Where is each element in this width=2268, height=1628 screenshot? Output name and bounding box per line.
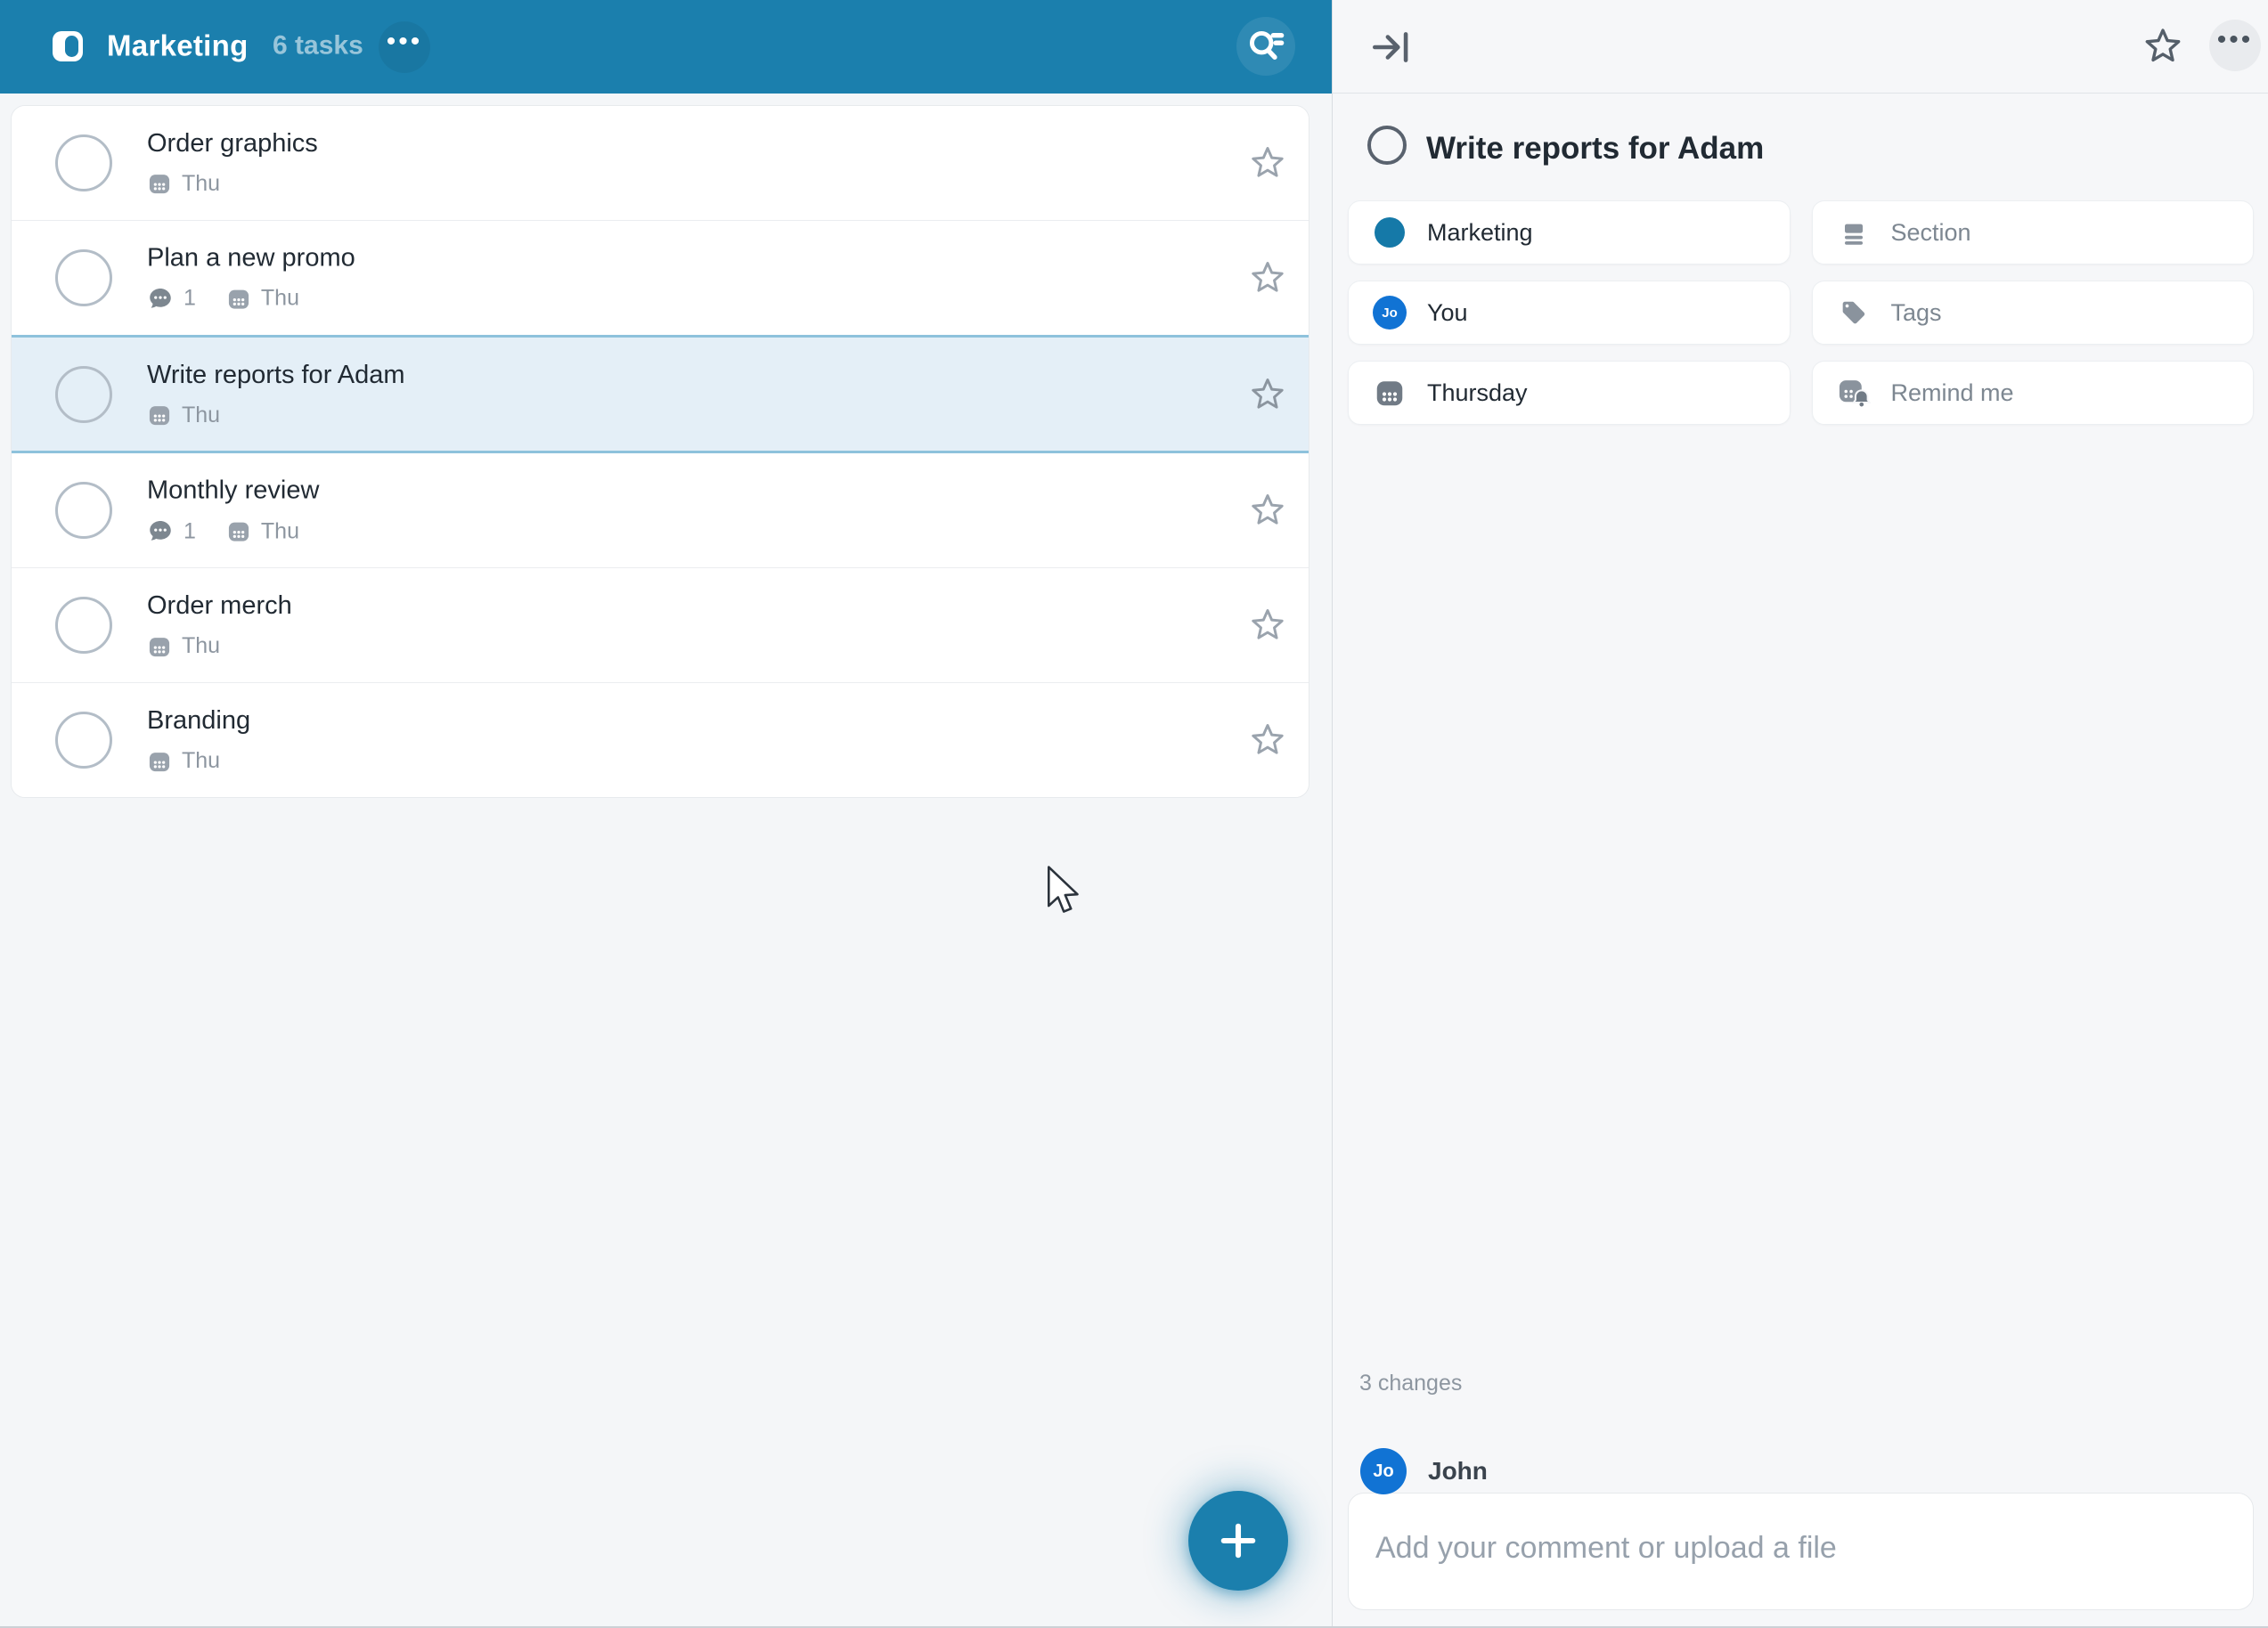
- due-label: Thu: [182, 748, 221, 774]
- due-label: Thu: [182, 402, 221, 427]
- task-list-panel: Marketing 6 tasks ••• Order graphics Thu…: [0, 0, 1332, 1628]
- field-section[interactable]: Section: [1811, 200, 2254, 265]
- field-assignee[interactable]: Jo You: [1348, 281, 1791, 345]
- collapse-arrow-icon: [1373, 32, 1408, 62]
- star-icon[interactable]: [1248, 143, 1287, 183]
- task-row[interactable]: Order graphics Thu: [12, 106, 1309, 220]
- field-grid: Marketing Section Jo You Tags Thursday R…: [1348, 200, 2254, 425]
- star-icon[interactable]: [1248, 606, 1287, 645]
- task-row[interactable]: Branding Thu: [12, 682, 1309, 797]
- calendar-icon: [147, 403, 172, 427]
- ellipsis-icon: •••: [2216, 25, 2254, 54]
- calendar-bell-icon: [1839, 380, 1871, 407]
- section-icon: [1844, 224, 1863, 245]
- calendar-icon: [147, 634, 172, 659]
- due-label: Thu: [182, 633, 221, 659]
- due-label: Thu: [182, 170, 221, 196]
- task-checkbox[interactable]: [55, 712, 112, 769]
- star-icon[interactable]: [1248, 720, 1287, 760]
- changes-link[interactable]: 3 changes: [1359, 1371, 2268, 1396]
- star-icon[interactable]: [1248, 491, 1287, 530]
- comment-bubble-icon: [147, 518, 174, 545]
- field-reminder-label: Remind me: [1890, 379, 2014, 406]
- field-tags-label: Tags: [1890, 298, 1942, 326]
- task-title: Write reports for Adam: [147, 360, 405, 389]
- due-label: Thu: [260, 285, 299, 311]
- tag-icon: [1842, 301, 1864, 324]
- field-assignee-label: You: [1427, 298, 1468, 326]
- task-row[interactable]: Order merch Thu: [12, 567, 1309, 683]
- task-title: Plan a new promo: [147, 243, 355, 273]
- comment-count: 1: [184, 285, 196, 311]
- field-list-label: Marketing: [1427, 218, 1533, 246]
- plus-icon: [1220, 1523, 1256, 1559]
- star-icon[interactable]: [1248, 375, 1287, 414]
- calendar-icon: [147, 171, 172, 196]
- task-checkbox[interactable]: [55, 134, 112, 191]
- comment-box: [1348, 1493, 2254, 1610]
- comment-count: 1: [184, 518, 196, 544]
- commenter-row: Jo John: [1360, 1448, 2268, 1494]
- field-section-label: Section: [1890, 218, 1971, 246]
- list-more-button[interactable]: •••: [379, 21, 430, 73]
- list-color-dot-icon: [1375, 217, 1405, 248]
- task-count: 6 tasks: [273, 30, 363, 61]
- comment-bubble-icon: [147, 285, 174, 312]
- task-checkbox[interactable]: [55, 482, 112, 540]
- user-name: John: [1428, 1457, 1488, 1485]
- task-title: Monthly review: [147, 476, 320, 505]
- task-detail-panel: ••• Write reports for Adam Marketing Sec…: [1332, 0, 2268, 1628]
- list-title: Marketing: [107, 28, 249, 61]
- task-row-selected[interactable]: Write reports for Adam Thu: [12, 334, 1309, 454]
- task-title: Order merch: [147, 591, 292, 621]
- task-title: Order graphics: [147, 128, 318, 158]
- field-due-date-label: Thursday: [1427, 379, 1528, 406]
- task-title: Branding: [147, 706, 251, 736]
- detail-more-button[interactable]: •••: [2209, 20, 2261, 71]
- calendar-icon: [226, 286, 251, 311]
- task-list: Order graphics Thu Plan a new promo 1 Th…: [11, 105, 1309, 798]
- mouse-cursor: [1047, 866, 1079, 913]
- assignee-avatar: Jo: [1373, 296, 1407, 330]
- app-logo-icon[interactable]: [53, 31, 83, 61]
- favorite-star-icon[interactable]: [2142, 25, 2184, 68]
- task-checkbox[interactable]: [55, 365, 112, 423]
- calendar-icon: [1376, 381, 1403, 406]
- field-list[interactable]: Marketing: [1348, 200, 1791, 265]
- detail-header: •••: [1333, 0, 2268, 94]
- search-icon: [1249, 30, 1285, 60]
- task-row[interactable]: Monthly review 1 Thu: [12, 453, 1309, 568]
- calendar-icon: [226, 519, 251, 544]
- list-header: Marketing 6 tasks •••: [0, 0, 1332, 94]
- field-due-date[interactable]: Thursday: [1348, 361, 1791, 425]
- detail-task-checkbox[interactable]: [1367, 126, 1407, 165]
- user-avatar: Jo: [1360, 1448, 1407, 1494]
- calendar-icon: [147, 749, 172, 774]
- add-task-button[interactable]: [1188, 1491, 1288, 1591]
- ellipsis-icon: •••: [386, 27, 423, 56]
- task-checkbox[interactable]: [55, 248, 112, 306]
- detail-task-title: Write reports for Adam: [1426, 131, 1765, 166]
- field-tags[interactable]: Tags: [1811, 281, 2254, 345]
- collapse-panel-button[interactable]: [1367, 23, 1415, 71]
- field-reminder[interactable]: Remind me: [1811, 361, 2254, 425]
- task-checkbox[interactable]: [55, 597, 112, 655]
- search-button[interactable]: [1236, 17, 1295, 76]
- due-label: Thu: [260, 518, 299, 544]
- star-icon[interactable]: [1248, 258, 1287, 297]
- comment-input[interactable]: [1349, 1494, 2253, 1609]
- task-row[interactable]: Plan a new promo 1 Thu: [12, 219, 1309, 335]
